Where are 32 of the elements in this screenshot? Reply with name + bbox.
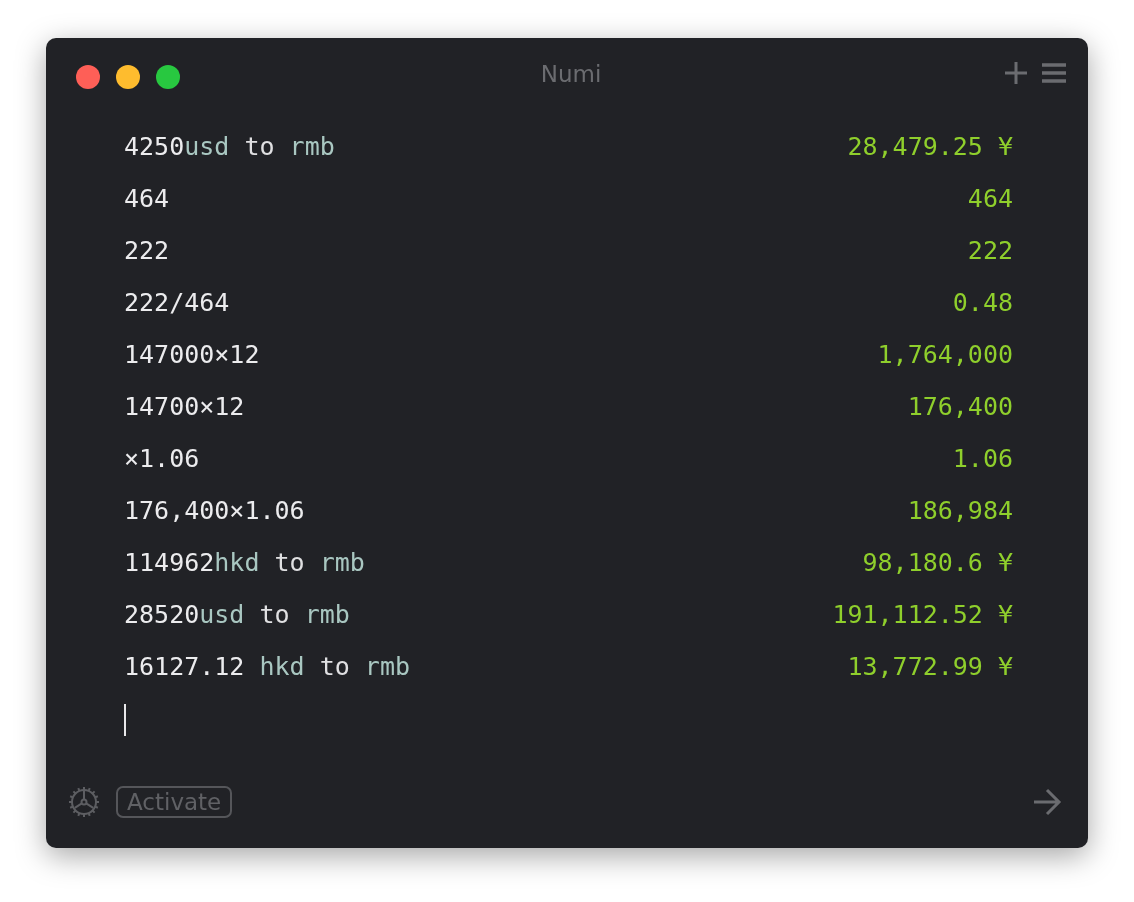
window-title: Numi [540, 61, 602, 87]
result-value: 176,400 [907, 391, 1013, 421]
result-value: 191,112.52 ¥ [832, 599, 1013, 629]
text-cursor [124, 704, 126, 736]
close-button[interactable] [76, 65, 100, 89]
expression-line: 14700×12 [124, 391, 245, 421]
result-value: 186,984 [907, 495, 1013, 525]
result-value: 98,180.6 ¥ [862, 547, 1013, 577]
expression-line: 147000×12 [124, 339, 260, 369]
result-value: 464 [967, 183, 1013, 213]
minimize-button[interactable] [116, 65, 140, 89]
expression-line: 222/464 [124, 287, 230, 317]
expression-line: 464 [124, 183, 170, 213]
plus-icon[interactable] [1004, 61, 1028, 85]
expression-line: ×1.06 [124, 443, 200, 473]
expression-line: 114962hkd to rmb [124, 547, 365, 577]
arrow-right-icon[interactable] [1032, 788, 1062, 816]
expression-line: 176,400×1.06 [124, 495, 305, 525]
activate-button[interactable]: Activate [116, 786, 233, 818]
result-value: 1,764,000 [877, 339, 1013, 369]
result-value: 0.48 [952, 287, 1013, 317]
expression-line: 28520usd to rmb [124, 599, 350, 629]
result-value: 1.06 [952, 443, 1013, 473]
expression-line: 16127.12 hkd to rmb [124, 651, 410, 681]
zoom-button[interactable] [156, 65, 180, 89]
result-value: 13,772.99 ¥ [847, 651, 1013, 681]
gear-icon[interactable] [68, 786, 100, 818]
menu-icon[interactable] [1042, 63, 1066, 83]
result-value: 222 [967, 235, 1013, 265]
expression-line: 4250usd to rmb [124, 131, 335, 161]
expression-line: 222 [124, 235, 170, 265]
result-value: 28,479.25 ¥ [847, 131, 1013, 161]
